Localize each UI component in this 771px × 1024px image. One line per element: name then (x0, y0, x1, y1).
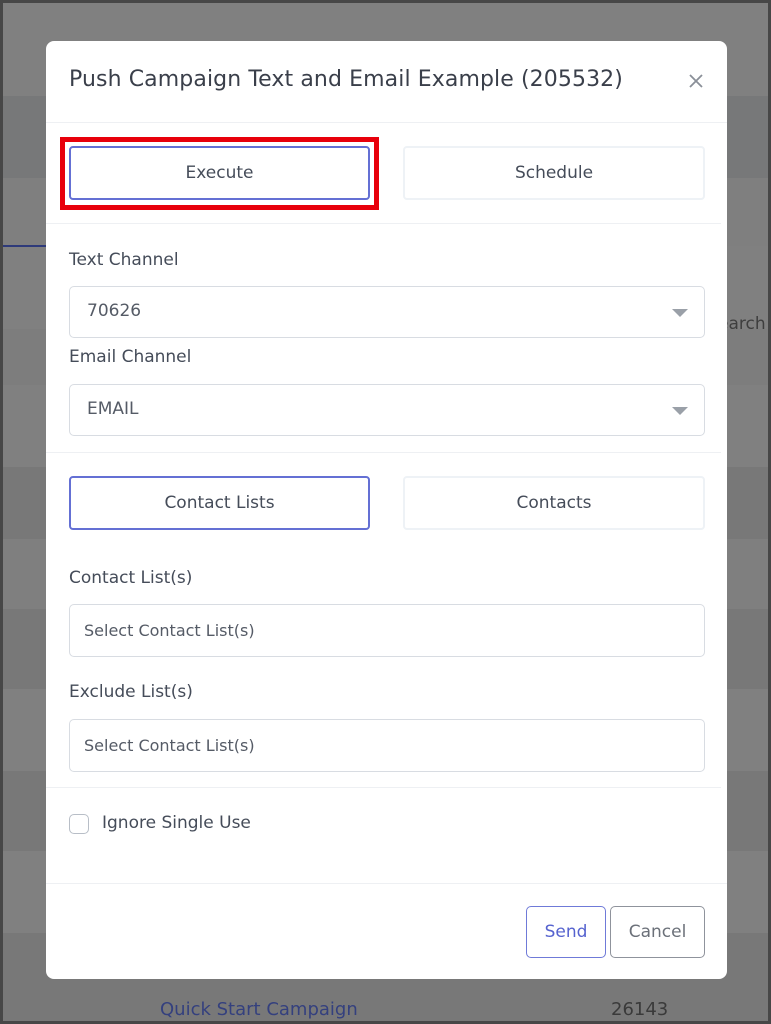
exclude-lists-label: Exclude List(s) (69, 682, 193, 702)
contacts-tab[interactable]: Contacts (403, 476, 705, 530)
cancel-button[interactable]: Cancel (610, 906, 705, 958)
push-campaign-modal: Push Campaign Text and Email Example (20… (46, 41, 727, 979)
modal-title: Push Campaign Text and Email Example (20… (69, 67, 623, 92)
close-button[interactable] (684, 69, 708, 93)
ignore-single-use-checkbox[interactable] (69, 814, 89, 834)
send-button[interactable]: Send (526, 906, 606, 958)
bg-campaign-count: 26143 (611, 999, 669, 1020)
text-channel-select[interactable]: 70626 (69, 286, 705, 338)
bg-campaign-link[interactable]: Quick Start Campaign (160, 999, 358, 1020)
contact-lists-input[interactable] (69, 604, 705, 657)
text-channel-value: 70626 (87, 301, 142, 321)
chevron-down-icon (672, 309, 688, 317)
contact-lists-tab[interactable]: Contact Lists (69, 476, 370, 530)
schedule-tab[interactable]: Schedule (403, 146, 705, 200)
footer-divider (46, 883, 727, 884)
chevron-down-icon (672, 407, 688, 415)
exclude-lists-input[interactable] (69, 719, 705, 772)
ignore-single-use-label[interactable]: Ignore Single Use (102, 813, 251, 833)
contact-lists-label: Contact List(s) (69, 568, 193, 588)
email-channel-label: Email Channel (69, 347, 192, 367)
divider (46, 223, 721, 224)
bg-tab-underline (0, 245, 46, 247)
text-channel-label: Text Channel (69, 250, 179, 270)
execute-tab[interactable]: Execute (69, 146, 370, 200)
divider (46, 787, 721, 788)
modal-header: Push Campaign Text and Email Example (20… (46, 41, 727, 123)
close-icon (689, 74, 703, 88)
email-channel-select[interactable]: EMAIL (69, 384, 705, 436)
divider (46, 452, 721, 453)
email-channel-value: EMAIL (87, 399, 139, 419)
